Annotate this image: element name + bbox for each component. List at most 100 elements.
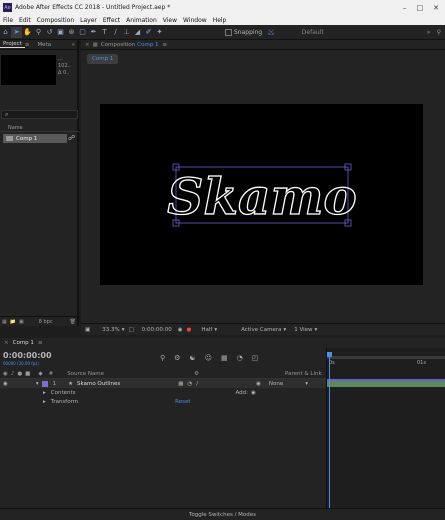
puppet-tool-icon[interactable]: ✦ bbox=[154, 27, 165, 38]
search-icon[interactable]: ⚲ bbox=[160, 354, 165, 362]
maximize-icon[interactable]: □ bbox=[417, 4, 424, 12]
tab-project[interactable]: Project bbox=[0, 41, 25, 48]
menu-effect[interactable]: Effect bbox=[100, 17, 123, 24]
menu-help[interactable]: Help bbox=[210, 17, 230, 24]
toggle-switches-modes[interactable]: Toggle Switches / Modes bbox=[189, 512, 256, 518]
zoom-tool-icon[interactable]: ⚲ bbox=[33, 27, 44, 38]
clone-stamp-tool-icon[interactable]: ⊥ bbox=[121, 27, 132, 38]
menu-animation[interactable]: Animation bbox=[123, 17, 160, 24]
hash-icon[interactable]: # bbox=[49, 371, 54, 377]
dropdown-icon[interactable]: ▾ bbox=[315, 327, 318, 333]
menu-window[interactable]: Window bbox=[180, 17, 210, 24]
views-select[interactable]: 1 View bbox=[294, 327, 312, 333]
always-preview-icon[interactable]: ▣ bbox=[85, 327, 90, 333]
current-time[interactable]: 0:00:00:00 bbox=[3, 351, 52, 360]
solo-icon[interactable]: ● bbox=[17, 371, 22, 377]
motion-blur-icon[interactable]: ◔ bbox=[237, 354, 243, 362]
hand-tool-icon[interactable]: ✋ bbox=[22, 27, 33, 38]
panel-overflow-icon[interactable]: » bbox=[72, 42, 77, 48]
property-row[interactable]: ▸ Contents Add: ◉ bbox=[0, 388, 326, 397]
dropdown-icon[interactable]: ▾ bbox=[122, 327, 125, 333]
zoom-value[interactable]: 33.3% bbox=[102, 327, 119, 333]
project-column-header[interactable]: Name bbox=[0, 124, 79, 132]
layer-switch-icon[interactable]: ∕ bbox=[196, 381, 198, 387]
rectangle-tool-icon[interactable]: ▢ bbox=[77, 27, 88, 38]
col-parent[interactable]: Parent & Link bbox=[285, 371, 322, 377]
camera-tool-icon[interactable]: ▣ bbox=[55, 27, 66, 38]
parent-select[interactable]: None bbox=[269, 381, 283, 387]
eraser-tool-icon[interactable]: ◢ bbox=[132, 27, 143, 38]
property-name[interactable]: Contents bbox=[51, 390, 76, 396]
layer-label-color[interactable] bbox=[41, 380, 48, 387]
menu-view[interactable]: View bbox=[160, 17, 180, 24]
comp-tab-prefix[interactable]: Composition bbox=[101, 42, 135, 48]
property-row[interactable]: ▸ Transform Reset bbox=[0, 397, 326, 406]
pan-behind-tool-icon[interactable]: ⊛ bbox=[66, 27, 77, 38]
expand-arrow-icon[interactable]: ▾ bbox=[36, 381, 39, 387]
panel-menu-icon[interactable]: ≡ bbox=[38, 340, 43, 346]
timeline-track-area[interactable]: 0s 01s bbox=[326, 348, 445, 508]
resolution-select[interactable]: Half bbox=[201, 327, 212, 333]
menu-layer[interactable]: Layer bbox=[77, 17, 100, 24]
menu-edit[interactable]: Edit bbox=[16, 17, 34, 24]
panel-menu-icon[interactable]: ≡ bbox=[25, 42, 30, 48]
property-action[interactable]: Reset bbox=[175, 399, 190, 405]
brush-tool-icon[interactable]: ∕ bbox=[110, 27, 121, 38]
menu-composition[interactable]: Composition bbox=[34, 17, 77, 24]
work-area-bar[interactable] bbox=[327, 356, 445, 359]
tab-comp-1[interactable]: Comp 1 bbox=[137, 42, 158, 48]
switches-icon[interactable]: ⚙ bbox=[194, 371, 199, 377]
snap-options-icon[interactable]: ⤩ bbox=[268, 28, 274, 37]
new-comp-icon[interactable]: ▣ bbox=[19, 319, 24, 325]
project-search-input[interactable]: ⌕ bbox=[1, 110, 78, 119]
layer-duration-bar[interactable] bbox=[327, 379, 445, 387]
expand-arrow-icon[interactable]: ▸ bbox=[43, 399, 46, 405]
parent-pickwhip-icon[interactable]: ◉ bbox=[256, 381, 261, 387]
rotate-tool-icon[interactable]: ↺ bbox=[44, 27, 55, 38]
lock-icon[interactable]: ■ bbox=[25, 371, 30, 377]
snapshot-icon[interactable]: ◉ bbox=[178, 327, 183, 333]
graph-editor-icon[interactable]: ◰ bbox=[252, 354, 259, 362]
project-item-comp[interactable]: Comp 1 bbox=[3, 134, 67, 143]
search-help-icon[interactable]: ⚲ bbox=[437, 29, 441, 36]
frame-blend-icon[interactable]: ▦ bbox=[221, 354, 228, 362]
timecode-value[interactable]: 0:00:00:00 bbox=[142, 327, 172, 333]
close-tab-icon[interactable]: × bbox=[85, 42, 90, 48]
camera-select[interactable]: Active Camera bbox=[241, 327, 281, 333]
property-action[interactable]: Add: bbox=[236, 390, 249, 396]
home-icon[interactable]: ⌂ bbox=[0, 27, 11, 38]
comp-flow-icon[interactable]: ⚙ bbox=[174, 354, 180, 362]
layer-switch-icon[interactable]: ▦ bbox=[178, 381, 183, 387]
flowchart-icon[interactable]: ☍ bbox=[68, 134, 75, 142]
eye-icon[interactable]: ◉ bbox=[3, 381, 8, 387]
layer-row[interactable]: ◉ ▾ 1 ★ Skamo Outlines ▦ ◔ ∕ ◉ None ▾ bbox=[0, 379, 326, 388]
bpc-label[interactable]: 8 bpc bbox=[39, 319, 53, 325]
tab-timeline-comp[interactable]: Comp 1 bbox=[13, 340, 34, 346]
comp-breadcrumb[interactable]: Comp 1 bbox=[87, 54, 119, 64]
new-folder-icon[interactable]: 📁 bbox=[10, 319, 16, 325]
label-icon[interactable]: ◆ bbox=[38, 371, 42, 377]
dropdown-icon[interactable]: ▾ bbox=[214, 327, 217, 333]
lock-icon[interactable]: ■ bbox=[93, 42, 98, 48]
shy-icon[interactable]: ☺ bbox=[205, 354, 212, 362]
fit-frame-icon[interactable]: □ bbox=[128, 327, 133, 333]
panel-menu-icon[interactable]: ≡ bbox=[162, 42, 167, 48]
property-name[interactable]: Transform bbox=[51, 399, 78, 405]
workspace-menu-icon[interactable]: » bbox=[427, 29, 431, 36]
draft-3d-icon[interactable]: ☯ bbox=[189, 354, 195, 362]
dropdown-icon[interactable]: ▾ bbox=[305, 381, 308, 387]
interpret-footage-icon[interactable]: ▦ bbox=[2, 319, 7, 325]
close-icon[interactable]: ✕ bbox=[433, 4, 439, 12]
close-tab-icon[interactable]: × bbox=[4, 340, 9, 346]
pen-tool-icon[interactable]: ✒ bbox=[88, 27, 99, 38]
menu-file[interactable]: File bbox=[0, 17, 16, 24]
composition-viewer[interactable]: Skamo bbox=[100, 104, 423, 285]
layer-name[interactable]: Skamo Outlines bbox=[77, 381, 120, 387]
eye-icon[interactable]: ◉ bbox=[3, 371, 8, 377]
expand-arrow-icon[interactable]: ▸ bbox=[43, 390, 46, 396]
playhead[interactable] bbox=[329, 354, 330, 508]
layer-switch-icon[interactable]: ◔ bbox=[187, 381, 192, 387]
type-tool-icon[interactable]: T bbox=[99, 27, 110, 38]
add-icon[interactable]: ◉ bbox=[251, 390, 256, 396]
channel-icon[interactable]: ● bbox=[187, 327, 192, 333]
